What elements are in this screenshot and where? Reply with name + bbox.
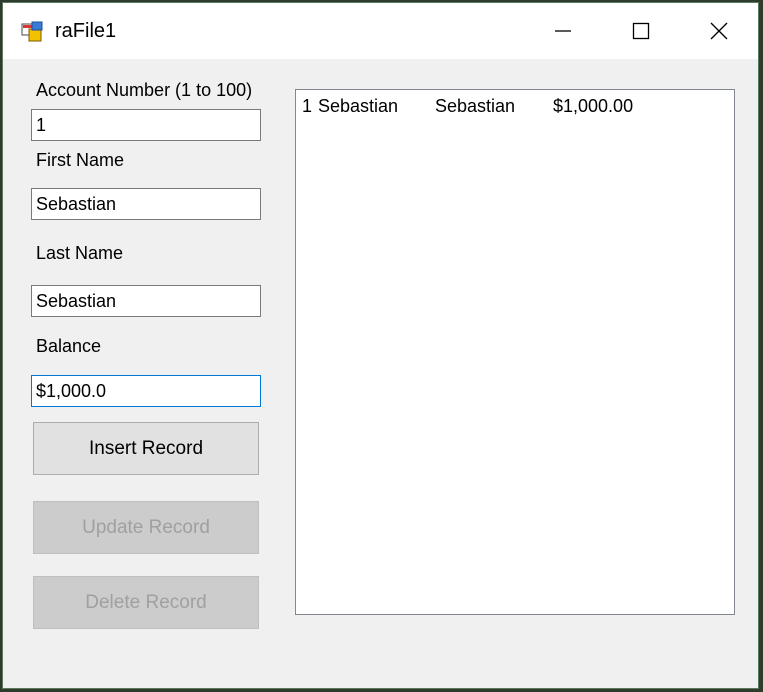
close-button[interactable] xyxy=(680,3,758,59)
account-number-field[interactable] xyxy=(31,109,261,141)
maximize-icon xyxy=(632,22,650,40)
list-item[interactable]: 1 Sebastian Sebastian $1,000.00 xyxy=(296,96,734,120)
last-name-field[interactable] xyxy=(31,285,261,317)
record-last-name: Sebastian xyxy=(435,96,516,116)
app-window: raFile1 Account Number (1 to 100) First … xyxy=(2,2,759,689)
minimize-button[interactable] xyxy=(524,3,602,59)
minimize-icon xyxy=(555,30,571,32)
record-account: 1 xyxy=(302,96,313,116)
record-balance: $1,000.00 xyxy=(553,96,634,116)
delete-record-button[interactable]: Delete Record xyxy=(33,576,259,629)
winforms-app-icon xyxy=(21,21,43,42)
close-icon xyxy=(710,22,728,40)
last-name-label: Last Name xyxy=(36,243,124,263)
account-number-label: Account Number (1 to 100) xyxy=(36,80,253,100)
first-name-label: First Name xyxy=(36,150,125,170)
title-bar[interactable]: raFile1 xyxy=(3,3,758,59)
first-name-field[interactable] xyxy=(31,188,261,220)
window-title: raFile1 xyxy=(55,20,117,42)
record-first-name: Sebastian xyxy=(318,96,399,116)
update-record-button[interactable]: Update Record xyxy=(33,501,259,554)
insert-record-button[interactable]: Insert Record xyxy=(33,422,259,475)
balance-label: Balance xyxy=(36,336,102,356)
records-listbox[interactable]: 1 Sebastian Sebastian $1,000.00 xyxy=(295,89,735,615)
maximize-button[interactable] xyxy=(602,3,680,59)
balance-field[interactable] xyxy=(31,375,261,407)
